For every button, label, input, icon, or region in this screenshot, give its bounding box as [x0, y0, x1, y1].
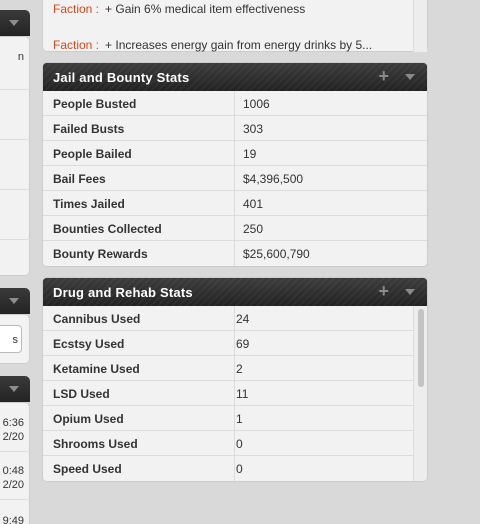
left-fragment: 2/20: [2, 431, 24, 443]
divider: [0, 189, 30, 190]
faction-perks-panel: Faction : + Gain 6% medical item effectiv…: [42, 0, 428, 52]
table-row: Bounties Collected 250: [43, 216, 427, 241]
chevron-down-icon[interactable]: [9, 20, 19, 26]
divider: [0, 451, 30, 452]
scrollbar[interactable]: [413, 306, 427, 481]
faction-perk-row: Faction : + Gain 6% medical item effectiv…: [53, 2, 305, 16]
stat-label: Ketamine Used: [53, 362, 140, 376]
stat-label: Opium Used: [53, 412, 124, 426]
faction-perk-text: + Increases energy gain from energy drin…: [105, 38, 373, 52]
panel-title: Drug and Rehab Stats: [53, 285, 193, 300]
stat-value: $25,600,790: [243, 247, 310, 261]
left-fragment: 2/20: [2, 479, 24, 491]
table-row: Shrooms Used 0: [43, 431, 413, 456]
plus-icon[interactable]: +: [378, 66, 389, 86]
stats-table: People Busted 1006 Failed Busts 303 People…: [43, 91, 427, 266]
stat-label: People Busted: [53, 97, 137, 111]
chevron-down-icon[interactable]: [9, 298, 19, 304]
chevron-down-icon[interactable]: [9, 386, 19, 392]
stat-label: LSD Used: [53, 387, 110, 401]
left-panel-header[interactable]: [0, 288, 30, 314]
divider: [0, 499, 30, 500]
table-row: Speed Used 0: [43, 456, 413, 481]
table-row: Failed Busts 303: [43, 116, 427, 141]
stat-value: 24: [236, 312, 250, 326]
left-fragment: 6:36: [2, 417, 24, 429]
faction-perk-row: Faction : + Increases energy gain from en…: [53, 38, 372, 52]
faction-label[interactable]: Faction :: [53, 38, 99, 52]
left-fragment: 9:49: [2, 515, 24, 524]
table-row: Ketamine Used 2: [43, 356, 413, 381]
stat-value: 1: [236, 412, 243, 426]
left-fragment: s: [12, 334, 19, 346]
stat-value: 11: [236, 387, 249, 401]
stat-value: 0: [236, 437, 243, 451]
stat-value: 1006: [243, 97, 270, 111]
chevron-down-icon[interactable]: [405, 289, 415, 295]
table-row: People Bailed 19: [43, 141, 427, 166]
panel-title: Jail and Bounty Stats: [53, 70, 190, 85]
stat-label: Cannibus Used: [53, 312, 141, 326]
table-row: People Busted 1006: [43, 91, 427, 116]
table-row: Opium Used 1: [43, 406, 413, 431]
jail-bounty-panel: Jail and Bounty Stats + People Busted 100…: [42, 62, 428, 267]
stat-label: Failed Busts: [53, 122, 125, 136]
left-panel-body: n: [0, 36, 30, 276]
stat-value: 69: [236, 337, 250, 351]
left-panel-body: s: [0, 314, 30, 364]
table-row: Ecstsy Used 69: [43, 331, 413, 356]
stat-label: Shrooms Used: [53, 437, 138, 451]
table-row: Bail Fees $4,396,500: [43, 166, 427, 191]
panel-header: Drug and Rehab Stats +: [43, 278, 427, 306]
table-row: Cannibus Used 24: [43, 306, 413, 331]
stat-label: Bounty Rewards: [53, 247, 148, 261]
stat-label: Speed Used: [53, 462, 122, 476]
left-panel-header[interactable]: [0, 10, 30, 36]
stat-value: 250: [243, 222, 264, 236]
left-panel-body: 6:36 2/20 0:48 2/20 9:49: [0, 402, 30, 524]
stat-label: Times Jailed: [53, 197, 125, 211]
stat-value: 2: [236, 362, 243, 376]
stat-value: 303: [243, 122, 264, 136]
left-fragment: 0:48: [2, 465, 24, 477]
left-input[interactable]: s: [0, 325, 22, 353]
stat-label: Bounties Collected: [53, 222, 162, 236]
table-row: LSD Used 11: [43, 381, 413, 406]
drug-rehab-panel: Drug and Rehab Stats + Cannibus Used 24 E…: [42, 277, 428, 482]
scrollbar[interactable]: [413, 0, 427, 52]
divider: [0, 139, 30, 140]
left-column: n s 6:36 2/20 0:48 2/20 9:49: [0, 0, 30, 524]
panel-header: Jail and Bounty Stats +: [43, 63, 427, 91]
chevron-down-icon[interactable]: [405, 74, 415, 80]
stat-label: People Bailed: [53, 147, 132, 161]
stat-value: $4,396,500: [243, 172, 304, 186]
stat-value: 19: [243, 147, 257, 161]
stat-value: 0: [236, 462, 243, 476]
faction-label[interactable]: Faction :: [53, 2, 99, 16]
table-row: Bounty Rewards $25,600,790: [43, 241, 427, 266]
stat-value: 401: [243, 197, 264, 211]
divider: [0, 239, 30, 240]
table-row: Times Jailed 401: [43, 191, 427, 216]
left-panel-header[interactable]: [0, 376, 30, 402]
divider: [0, 89, 30, 90]
stat-label: Bail Fees: [53, 172, 106, 186]
scrollbar-thumb[interactable]: [418, 309, 424, 387]
plus-icon[interactable]: +: [378, 281, 389, 301]
stats-table: Cannibus Used 24 Ecstsy Used 69 Ketamine U…: [43, 306, 413, 481]
faction-perk-text: + Gain 6% medical item effectiveness: [105, 2, 306, 16]
stat-label: Ecstsy Used: [53, 337, 125, 351]
left-fragment: n: [17, 51, 24, 63]
